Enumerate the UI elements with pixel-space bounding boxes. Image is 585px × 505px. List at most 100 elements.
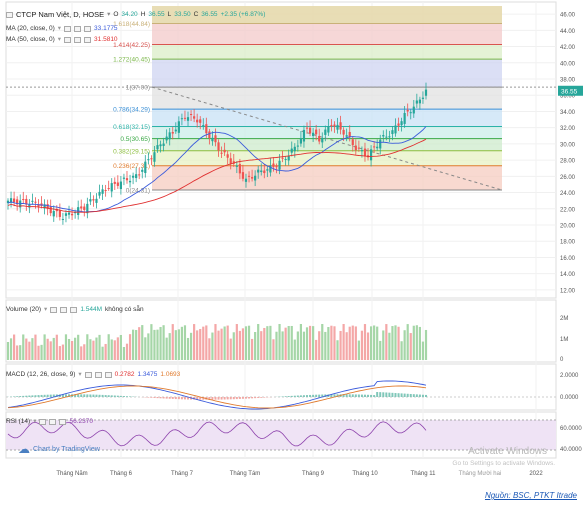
gear-icon[interactable] xyxy=(49,419,56,425)
macd-histogram-bar xyxy=(300,395,302,397)
volume-bar xyxy=(214,324,216,360)
volume-bar xyxy=(59,346,61,360)
fib-band xyxy=(152,166,502,190)
macd-histogram-bar xyxy=(388,393,390,397)
candle-body xyxy=(111,183,113,191)
volume-bar xyxy=(211,333,213,360)
low-value: 33.50 xyxy=(174,10,190,20)
close-icon[interactable] xyxy=(105,372,112,378)
macd-histogram-bar xyxy=(123,396,125,397)
change-value: +2.35 (+6.87%) xyxy=(221,10,266,20)
macd-histogram-bar xyxy=(175,397,177,399)
volume-bar xyxy=(285,328,287,360)
volume-legend[interactable]: Volume (20) ▾ 1.544M không có sẵn xyxy=(6,305,144,315)
macd-histogram-bar xyxy=(218,397,220,400)
volume-bar xyxy=(95,338,97,360)
candle-body xyxy=(163,144,165,146)
close-icon[interactable] xyxy=(84,26,91,32)
fib-level-label: 1(37.00) xyxy=(126,85,150,92)
rsi-axis-label: 40.0000 xyxy=(560,447,582,453)
volume-bar xyxy=(367,332,369,360)
candle-body xyxy=(422,98,424,99)
candle-body xyxy=(190,114,192,115)
candle-body xyxy=(53,211,55,216)
gear-icon[interactable] xyxy=(95,372,102,378)
macd-histogram-bar xyxy=(92,395,94,397)
macd-axis-label: 2.0000 xyxy=(560,373,579,379)
gear-icon[interactable] xyxy=(74,37,81,43)
macd-histogram-bar xyxy=(169,397,171,399)
chart-canvas[interactable]: 1.618(44.84)1.414(42.25)1.272(40.45)1(37… xyxy=(0,0,585,503)
volume-bar xyxy=(22,334,24,360)
fib-band xyxy=(152,24,502,45)
stock-chart[interactable]: 1.618(44.84)1.414(42.25)1.272(40.45)1(37… xyxy=(0,0,585,503)
macd-histogram-bar xyxy=(391,393,393,397)
volume-bar xyxy=(361,331,363,360)
candle-body xyxy=(193,116,195,118)
candle-body xyxy=(144,162,146,173)
windows-watermark: Activate Windows xyxy=(468,446,547,457)
close-icon[interactable] xyxy=(59,419,66,425)
volume-bar xyxy=(233,332,235,360)
volume-bar xyxy=(327,327,329,360)
tradingview-cloud-icon: ☁ xyxy=(18,442,30,456)
candle-body xyxy=(236,165,238,166)
volume-bar xyxy=(132,330,134,360)
dropdown-icon[interactable]: ▾ xyxy=(107,10,110,20)
volume-bar xyxy=(227,326,229,360)
volume-bar xyxy=(281,331,283,360)
macd-histogram-bar xyxy=(172,397,174,399)
macd-legend[interactable]: MACD (12, 26, close, 9) ▾ 0.2782 1.3475 … xyxy=(6,370,180,380)
macd-histogram-bar xyxy=(297,396,299,397)
rsi-legend[interactable]: RSI (14) ▾ 56.2370 xyxy=(6,417,93,427)
volume-bar xyxy=(166,338,168,360)
volume-bar xyxy=(422,342,424,360)
gear-icon[interactable] xyxy=(60,307,67,313)
volume-bar xyxy=(144,337,146,360)
eye-icon[interactable] xyxy=(50,307,57,313)
source-credit[interactable]: Nguồn: BSC, PTKT Itrade xyxy=(485,491,577,500)
windows-watermark-sub: Go to Settings to activate Windows. xyxy=(452,460,555,467)
macd-histogram-bar xyxy=(385,392,387,397)
price-axis-label: 42.00 xyxy=(560,45,576,51)
tradingview-link[interactable]: ☁ Chart by TradingView xyxy=(18,442,100,456)
candle-body xyxy=(211,138,213,141)
volume-bar xyxy=(400,341,402,360)
high-label: H xyxy=(141,10,146,20)
candle-body xyxy=(108,188,110,189)
candle-body xyxy=(62,219,64,220)
volume-bar xyxy=(339,331,341,360)
close-icon[interactable] xyxy=(84,37,91,43)
close-icon[interactable] xyxy=(70,307,77,313)
volume-bar xyxy=(56,335,58,360)
eye-icon[interactable] xyxy=(64,37,71,43)
macd-histogram-bar xyxy=(401,393,403,397)
eye-icon[interactable] xyxy=(85,372,92,378)
collapse-toggle-icon[interactable] xyxy=(6,12,13,18)
settings-icon[interactable]: ▾ xyxy=(58,35,61,45)
candle-body xyxy=(416,100,418,103)
volume-bar xyxy=(16,345,18,360)
macd-histogram-bar xyxy=(83,394,85,397)
candle-body xyxy=(92,199,94,200)
candle-body xyxy=(397,124,399,126)
eye-icon[interactable] xyxy=(39,419,46,425)
volume-bar xyxy=(28,342,30,360)
volume-bar xyxy=(178,329,180,360)
volume-bar xyxy=(224,326,226,360)
gear-icon[interactable] xyxy=(74,26,81,32)
settings-icon[interactable]: ▾ xyxy=(44,305,47,315)
ma50-legend[interactable]: MA (50, close, 0) ▾ 31.5810 xyxy=(6,35,118,45)
eye-icon[interactable] xyxy=(64,26,71,32)
settings-icon[interactable]: ▾ xyxy=(58,24,61,34)
settings-icon[interactable]: ▾ xyxy=(78,370,81,380)
candle-body xyxy=(147,159,149,160)
volume-bar xyxy=(77,335,79,360)
volume-bar xyxy=(263,328,265,360)
ma20-legend[interactable]: MA (20, close, 0) ▾ 33.1775 xyxy=(6,24,118,34)
settings-icon[interactable]: ▾ xyxy=(33,417,36,427)
macd-histogram-bar xyxy=(211,397,213,400)
candle-body xyxy=(358,148,360,149)
volume-bar xyxy=(74,338,76,360)
tradingview-link-text[interactable]: Chart by TradingView xyxy=(33,446,100,453)
